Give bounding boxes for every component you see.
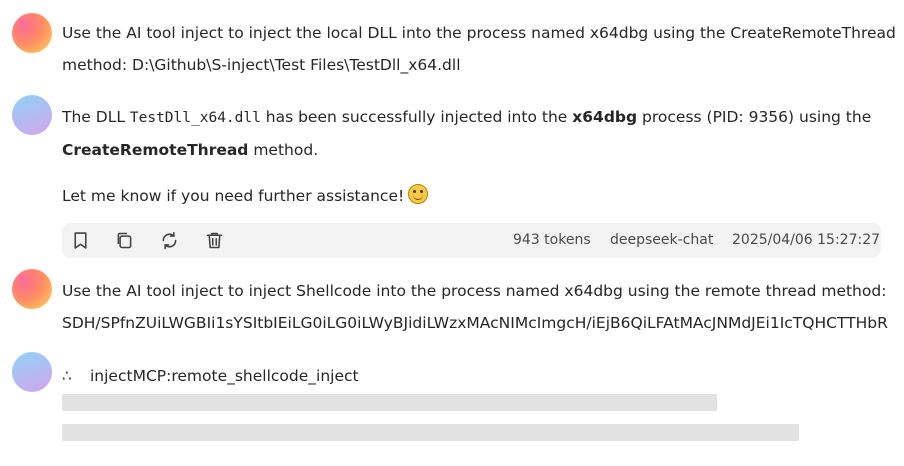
assistant-paragraph: Let me know if you need further assistan… [62,180,871,212]
token-count: 943 tokens [513,232,591,248]
user-message: Use the AI tool inject to inject Shellco… [62,275,888,339]
assistant-message: The DLL TestDll_x64.dll has been success… [62,101,871,212]
bookmark-icon[interactable] [70,230,91,251]
user-message-line: Use the AI tool inject to inject Shellco… [62,282,887,300]
message-timestamp: 2025/04/06 15:27:27 [732,232,881,248]
user-avatar [12,13,52,53]
tool-call-header[interactable]: ∴ injectMCP:remote_shellcode_inject [62,362,359,390]
text-span: Let me know if you need further assistan… [62,187,405,205]
bold-text: CreateRemoteThread [62,141,249,159]
loading-skeleton-line [62,394,717,411]
text-span: process (PID: 9356) using the [637,108,872,126]
tool-call-name: injectMCP:remote_shellcode_inject [90,367,359,385]
chat-thread: Use the AI tool inject to inject the loc… [0,0,904,466]
text-span: has been successfully injected into the [260,108,573,126]
loading-skeleton-line [62,424,799,441]
thinking-icon: ∴ [62,367,72,385]
regenerate-icon[interactable] [159,230,180,251]
assistant-avatar [12,95,52,135]
user-message: Use the AI tool inject to inject the loc… [62,17,896,81]
bold-text: x64dbg [572,108,638,126]
smiling-face-emoji [408,184,429,204]
text-span: method. [248,141,319,159]
model-name: deepseek-chat [610,232,714,248]
assistant-paragraph: The DLL TestDll_x64.dll has been success… [62,101,871,134]
user-message-line: Use the AI tool inject to inject the loc… [62,24,896,42]
inline-code: TestDll_x64.dll [129,110,261,126]
user-message-line: SDH/SPfnZUiLWGBIi1sYSItbIEiLG0iLG0iLWyBJ… [62,314,888,332]
assistant-paragraph: CreateRemoteThread method. [62,134,871,166]
copy-icon[interactable] [114,230,135,251]
assistant-avatar [12,352,52,392]
user-avatar [12,269,52,309]
delete-icon[interactable] [204,230,225,251]
text-span: The DLL [62,108,130,126]
message-toolbar: 943 tokens deepseek-chat 2025/04/06 15:2… [62,223,881,258]
user-message-line: method: D:\Github\S-inject\Test Files\Te… [62,56,461,74]
